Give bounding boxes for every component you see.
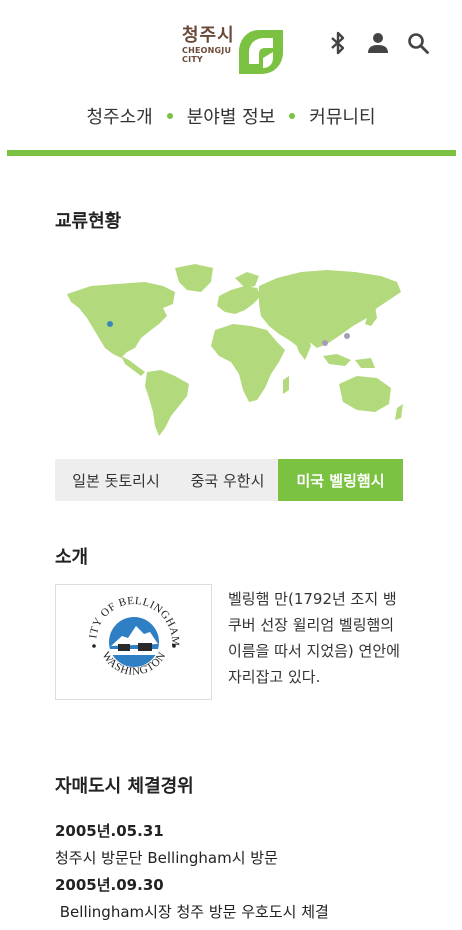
search-icon[interactable] (406, 30, 430, 56)
history-list: 2005년.05.31 청주시 방문단 Bellingham시 방문 2005년… (55, 818, 329, 926)
user-icon[interactable] (366, 30, 390, 56)
main-navigation: 청주소개 분야별 정보 커뮤니티 (0, 103, 462, 129)
tab-tottori[interactable]: 일본 돗토리시 (55, 459, 177, 501)
cheongju-logo[interactable]: 청주시 CHEONGJU CITY (182, 26, 285, 76)
world-map (67, 264, 403, 436)
logo-korean: 청주시 (182, 25, 235, 46)
tab-wuhan[interactable]: 중국 우한시 (177, 459, 278, 501)
exchange-section-title: 교류현황 (55, 211, 122, 232)
logo-english-1: CHEONGJU (182, 46, 232, 55)
nav-item-info-by-field[interactable]: 분야별 정보 (187, 103, 276, 129)
nav-separator-dot (289, 113, 296, 119)
bellingham-seal-frame: CITY OF BELLINGHAM WASHINGTON (55, 584, 212, 700)
sister-city-tabs: 일본 돗토리시 중국 우한시 미국 벨링햄시 (55, 459, 403, 501)
header-utilities (326, 30, 430, 56)
tab-bellingham[interactable]: 미국 벨링햄시 (278, 459, 403, 501)
intro-section-title: 소개 (55, 547, 89, 568)
history-date: 2005년.09.30 (55, 876, 164, 894)
intro-description: 벨링햄 만(1792년 조지 뱅쿠버 선장 윌리엄 벨링햄의 이름을 따서 지었… (228, 590, 400, 686)
bellingham-seal-icon: CITY OF BELLINGHAM WASHINGTON (78, 586, 188, 696)
logo-mark-icon (238, 30, 283, 74)
history-date: 2005년.05.31 (55, 822, 164, 840)
nav-item-about[interactable]: 청주소개 (86, 103, 152, 129)
history-section-title: 자매도시 체결경위 (55, 776, 194, 797)
history-description: 청주시 방문단 Bellingham시 방문 (55, 849, 278, 867)
tottori-marker-icon (344, 333, 350, 339)
nav-item-community[interactable]: 커뮤니티 (309, 103, 375, 129)
nav-separator-dot (166, 113, 173, 119)
logo-text: 청주시 CHEONGJU CITY (182, 25, 235, 65)
history-description: Bellingham시장 청주 방문 우호도시 체결 (55, 903, 329, 921)
header-divider-bar (7, 150, 456, 156)
bluetooth-icon[interactable] (326, 30, 350, 56)
site-header: 청주시 CHEONGJU CITY 청주소개 분야별 정보 커뮤니티 (0, 0, 462, 148)
logo-english-2: CITY (182, 55, 203, 64)
bellingham-marker-icon (107, 321, 113, 327)
wuhan-marker-icon (322, 340, 328, 346)
